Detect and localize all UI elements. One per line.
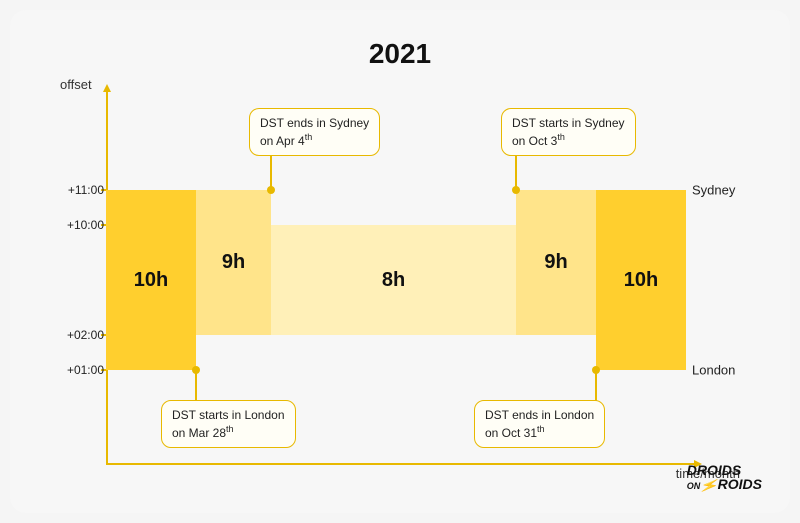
- seg-10h-a: 10h: [106, 190, 196, 370]
- brand-logo: DROIDS ON⚡ROIDS: [687, 464, 762, 491]
- plot-panel: +11:00 +10:00 +02:00 +01:00 Sydney Londo…: [106, 90, 686, 465]
- bolt-icon: ⚡: [699, 477, 719, 494]
- callout-london-end: DST ends in Londonon Oct 31th: [474, 400, 605, 448]
- seg-9h-b: 9h: [516, 190, 596, 335]
- label-london: London: [692, 363, 735, 378]
- y-axis-label: offset: [60, 77, 92, 92]
- tick-p02: +02:00: [60, 328, 104, 342]
- seg-10h-b: 10h: [596, 190, 686, 370]
- tick-p10: +10:00: [60, 218, 104, 232]
- callout-sydney-end: DST ends in Sydneyon Apr 4th: [249, 108, 380, 156]
- x-axis: [106, 463, 696, 465]
- seg-8h: 8h: [271, 225, 516, 335]
- label-sydney: Sydney: [692, 183, 735, 198]
- callout-lead: [595, 372, 597, 402]
- callout-london-start: DST starts in Londonon Mar 28th: [161, 400, 296, 448]
- seg-9h-a: 9h: [196, 190, 271, 335]
- tick-p01: +01:00: [60, 363, 104, 377]
- card: { "title": "2021", "axis": { "y": "offse…: [10, 10, 790, 513]
- chart-title: 2021: [10, 38, 790, 70]
- callout-lead: [195, 372, 197, 402]
- tick-p11: +11:00: [60, 183, 104, 197]
- callout-sydney-start: DST starts in Sydneyon Oct 3th: [501, 108, 636, 156]
